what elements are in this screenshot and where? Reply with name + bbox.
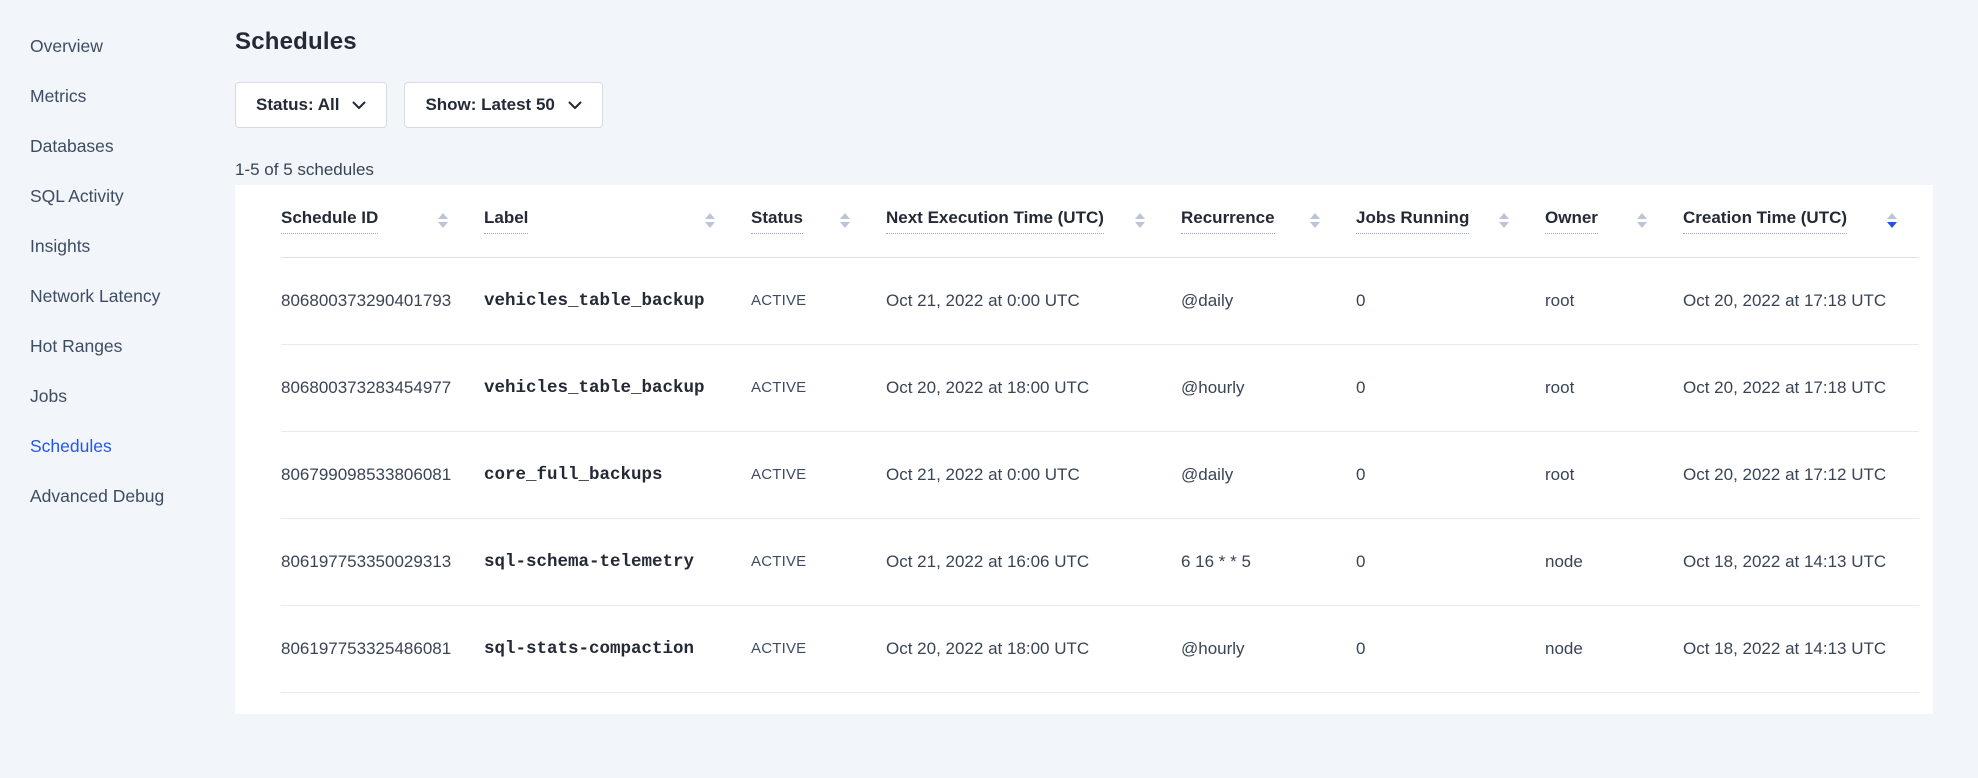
column-header-label[interactable]: Label [484, 185, 751, 257]
recurrence-cell: @daily [1181, 431, 1356, 518]
schedule-label-cell: sql-stats-compaction [484, 605, 751, 692]
schedule-id-cell: 806800373290401793 [281, 257, 484, 344]
creation-time-cell: Oct 20, 2022 at 17:12 UTC [1683, 431, 1919, 518]
owner-cell: root [1545, 257, 1683, 344]
owner-cell: node [1545, 518, 1683, 605]
column-header-status[interactable]: Status [751, 185, 886, 257]
sidebar-item-overview[interactable]: Overview [30, 21, 225, 71]
schedule-id-cell: 806197753350029313 [281, 518, 484, 605]
table-row: 806197753350029313 sql-schema-telemetry … [281, 518, 1919, 605]
owner-cell: root [1545, 431, 1683, 518]
sort-icon[interactable] [705, 213, 715, 228]
schedule-label-cell: vehicles_table_backup [484, 344, 751, 431]
status-cell: ACTIVE [751, 344, 886, 431]
sort-icon[interactable] [438, 213, 448, 228]
sort-icon[interactable] [1637, 213, 1647, 228]
creation-time-cell: Oct 20, 2022 at 17:18 UTC [1683, 257, 1919, 344]
sidebar-item-databases[interactable]: Databases [30, 121, 225, 171]
next-execution-cell: Oct 20, 2022 at 18:00 UTC [886, 605, 1181, 692]
sidebar-item-insights[interactable]: Insights [30, 221, 225, 271]
column-header-owner[interactable]: Owner [1545, 185, 1683, 257]
sidebar-nav: Overview Metrics Databases SQL Activity … [30, 21, 225, 521]
column-header-schedule-id[interactable]: Schedule ID [281, 185, 484, 257]
status-cell: ACTIVE [751, 518, 886, 605]
next-execution-cell: Oct 21, 2022 at 0:00 UTC [886, 431, 1181, 518]
sidebar-item-advanced-debug[interactable]: Advanced Debug [30, 471, 225, 521]
column-header-label: Label [484, 208, 528, 234]
column-header-label: Owner [1545, 208, 1598, 234]
jobs-running-cell: 0 [1356, 344, 1545, 431]
sort-icon[interactable] [1499, 213, 1509, 228]
owner-cell: root [1545, 344, 1683, 431]
sort-icon[interactable] [1310, 213, 1320, 228]
table-row: 806800373283454977 vehicles_table_backup… [281, 344, 1919, 431]
schedules-table: Schedule ID Label Status [281, 185, 1919, 693]
column-header-label: Creation Time (UTC) [1683, 208, 1847, 234]
next-execution-cell: Oct 21, 2022 at 16:06 UTC [886, 518, 1181, 605]
jobs-running-cell: 0 [1356, 257, 1545, 344]
sidebar-item-jobs[interactable]: Jobs [30, 371, 225, 421]
chevron-down-icon [568, 95, 582, 115]
schedule-id-cell: 806800373283454977 [281, 344, 484, 431]
schedule-label-cell: core_full_backups [484, 431, 751, 518]
sidebar-item-network-latency[interactable]: Network Latency [30, 271, 225, 321]
recurrence-cell: @daily [1181, 257, 1356, 344]
sidebar-item-schedules[interactable]: Schedules [30, 421, 225, 471]
status-filter-dropdown[interactable]: Status: All [235, 82, 387, 128]
page-title: Schedules [235, 28, 1933, 56]
status-cell: ACTIVE [751, 257, 886, 344]
schedule-id-cell: 806197753325486081 [281, 605, 484, 692]
status-cell: ACTIVE [751, 431, 886, 518]
schedule-id-cell: 806799098533806081 [281, 431, 484, 518]
column-header-label: Recurrence [1181, 208, 1275, 234]
column-header-next-execution-time[interactable]: Next Execution Time (UTC) [886, 185, 1181, 257]
jobs-running-cell: 0 [1356, 518, 1545, 605]
results-count: 1-5 of 5 schedules [235, 160, 1933, 180]
owner-cell: node [1545, 605, 1683, 692]
table-row: 806197753325486081 sql-stats-compaction … [281, 605, 1919, 692]
sidebar-item-metrics[interactable]: Metrics [30, 71, 225, 121]
table-row: 806800373290401793 vehicles_table_backup… [281, 257, 1919, 344]
sidebar-item-hot-ranges[interactable]: Hot Ranges [30, 321, 225, 371]
sort-icon-active-desc[interactable] [1887, 213, 1897, 228]
sidebar-item-sql-activity[interactable]: SQL Activity [30, 171, 225, 221]
column-header-label: Status [751, 208, 803, 234]
column-header-label: Schedule ID [281, 208, 378, 234]
table-header-row: Schedule ID Label Status [281, 185, 1919, 257]
next-execution-cell: Oct 20, 2022 at 18:00 UTC [886, 344, 1181, 431]
status-cell: ACTIVE [751, 605, 886, 692]
column-header-jobs-running[interactable]: Jobs Running [1356, 185, 1545, 257]
sort-icon[interactable] [840, 213, 850, 228]
show-filter-dropdown[interactable]: Show: Latest 50 [404, 82, 602, 128]
chevron-down-icon [352, 95, 366, 115]
jobs-running-cell: 0 [1356, 605, 1545, 692]
main-content: Schedules Status: All Show: Latest 50 1-… [235, 0, 1933, 714]
next-execution-cell: Oct 21, 2022 at 0:00 UTC [886, 257, 1181, 344]
column-header-recurrence[interactable]: Recurrence [1181, 185, 1356, 257]
schedule-label-cell: sql-schema-telemetry [484, 518, 751, 605]
sort-icon[interactable] [1135, 213, 1145, 228]
creation-time-cell: Oct 18, 2022 at 14:13 UTC [1683, 605, 1919, 692]
schedule-label-cell: vehicles_table_backup [484, 257, 751, 344]
jobs-running-cell: 0 [1356, 431, 1545, 518]
column-header-label: Jobs Running [1356, 208, 1469, 234]
schedules-table-card: Schedule ID Label Status [235, 185, 1933, 714]
table-row: 806799098533806081 core_full_backups ACT… [281, 431, 1919, 518]
recurrence-cell: 6 16 * * 5 [1181, 518, 1356, 605]
column-header-label: Next Execution Time (UTC) [886, 208, 1104, 234]
recurrence-cell: @hourly [1181, 605, 1356, 692]
recurrence-cell: @hourly [1181, 344, 1356, 431]
creation-time-cell: Oct 18, 2022 at 14:13 UTC [1683, 518, 1919, 605]
creation-time-cell: Oct 20, 2022 at 17:18 UTC [1683, 344, 1919, 431]
show-filter-label: Show: Latest 50 [425, 95, 554, 115]
column-header-creation-time[interactable]: Creation Time (UTC) [1683, 185, 1919, 257]
status-filter-label: Status: All [256, 95, 339, 115]
filter-bar: Status: All Show: Latest 50 [235, 82, 1933, 128]
